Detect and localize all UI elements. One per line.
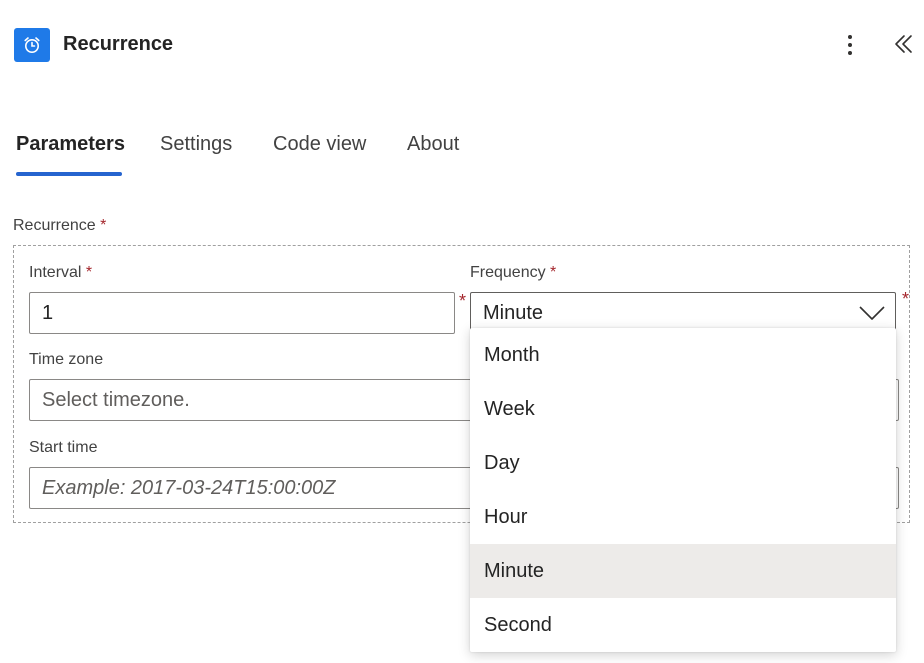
interval-label-text: Interval	[29, 264, 82, 281]
frequency-value: Minute	[483, 301, 544, 324]
tab-parameters[interactable]: Parameters	[16, 133, 125, 156]
tab-settings[interactable]: Settings	[160, 133, 232, 156]
chevron-down-icon	[859, 306, 885, 320]
frequency-option-month[interactable]: Month	[470, 328, 896, 382]
timezone-placeholder: Select timezone.	[42, 388, 190, 411]
frequency-label-text: Frequency	[470, 264, 546, 281]
frequency-required-mark: *	[902, 289, 910, 309]
interval-label: Interval *	[29, 264, 92, 282]
frequency-label: Frequency *	[470, 264, 556, 282]
timezone-label: Time zone	[29, 351, 104, 368]
page-title: Recurrence	[63, 33, 174, 55]
interval-value: 1	[42, 301, 54, 324]
double-chevron-left-icon	[895, 35, 912, 53]
recurrence-label-text: Recurrence	[13, 217, 96, 234]
more-options-button[interactable]	[836, 30, 864, 60]
collapse-panel-button[interactable]	[890, 30, 920, 60]
frequency-option-hour[interactable]: Hour	[470, 490, 896, 544]
frequency-dropdown-list: Month Week Day Hour Minute Second	[470, 328, 896, 652]
more-dot-icon	[848, 51, 852, 55]
frequency-option-second[interactable]: Second	[470, 598, 896, 652]
interval-required-mark: *	[459, 291, 467, 311]
tab-code-view[interactable]: Code view	[273, 133, 366, 156]
recurrence-group-label: Recurrence *	[13, 217, 106, 235]
frequency-option-week[interactable]: Week	[470, 382, 896, 436]
alarm-clock-icon	[24, 37, 40, 53]
more-dot-icon	[848, 43, 852, 47]
active-tab-indicator	[16, 172, 122, 176]
more-dot-icon	[848, 35, 852, 39]
frequency-option-day[interactable]: Day	[470, 436, 896, 490]
tab-about[interactable]: About	[407, 133, 459, 156]
interval-input[interactable]: 1	[29, 292, 455, 334]
required-mark: *	[100, 217, 107, 234]
required-mark: *	[550, 264, 557, 281]
recurrence-app-icon	[14, 28, 50, 62]
frequency-option-minute[interactable]: Minute	[470, 544, 896, 598]
required-mark: *	[85, 264, 93, 281]
start-time-label: Start time	[29, 439, 98, 456]
start-time-placeholder: Example: 2017-03-24T15:00:00Z	[42, 476, 336, 499]
